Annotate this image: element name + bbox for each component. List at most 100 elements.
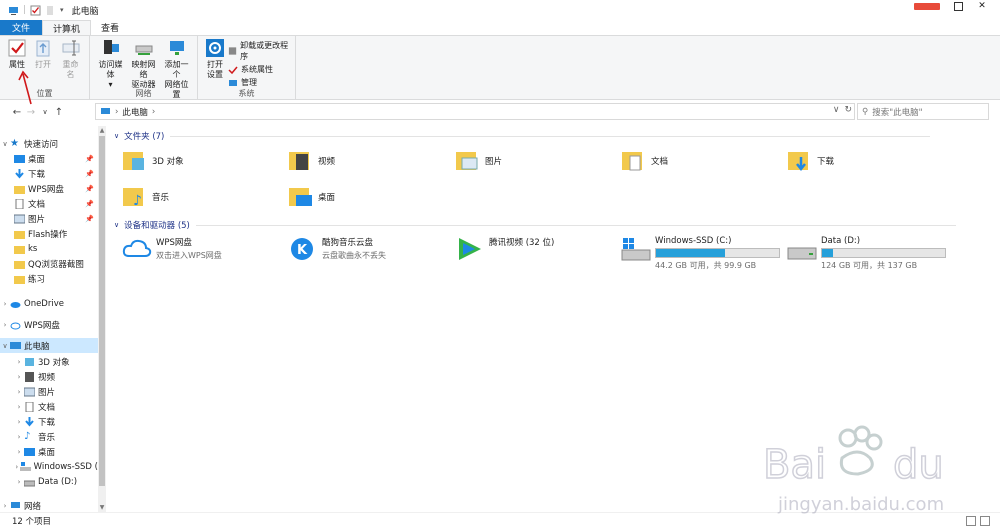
expand-right-icon[interactable]: › bbox=[0, 502, 10, 510]
folder-videos[interactable]: 视频 bbox=[288, 148, 335, 174]
maximize-button[interactable] bbox=[946, 0, 970, 12]
minimize-button[interactable] bbox=[914, 2, 940, 10]
nav-item-desktop[interactable]: 桌面 📌 bbox=[0, 151, 98, 166]
gear-icon bbox=[206, 39, 224, 57]
nav-pc-downloads[interactable]: › 下载 bbox=[0, 414, 98, 429]
folder-downloads[interactable]: 下载 bbox=[787, 148, 834, 174]
navigation-pane: ∨ ★ 快速访问 桌面 📌 下载 📌 WPS网盘 📌 文档 📌 图片 📌 Fla… bbox=[0, 126, 107, 512]
access-media-label: 访问媒体 bbox=[98, 60, 123, 79]
breadcrumb-chevron-icon: › bbox=[151, 106, 156, 117]
expand-right-icon[interactable]: › bbox=[0, 321, 10, 329]
new-folder-icon[interactable] bbox=[45, 5, 56, 16]
nav-this-pc[interactable]: ∨ 此电脑 bbox=[0, 338, 98, 353]
expand-right-icon[interactable]: › bbox=[14, 358, 24, 366]
folder-pictures[interactable]: 图片 bbox=[455, 148, 502, 174]
expand-right-icon[interactable]: › bbox=[14, 433, 24, 441]
device-subtitle: 双击进入WPS网盘 bbox=[156, 251, 222, 260]
star-icon: ★ bbox=[10, 137, 19, 149]
nav-scrollbar[interactable]: ▲ ▼ bbox=[98, 126, 106, 512]
search-input[interactable]: ⚲ 搜索"此电脑" bbox=[857, 103, 989, 120]
nav-pc-desktop[interactable]: › 桌面 bbox=[0, 444, 98, 459]
system-properties-label: 系统属性 bbox=[241, 65, 273, 74]
nav-item-documents[interactable]: 文档 📌 bbox=[0, 196, 98, 211]
device-tencent-video[interactable]: 腾讯视频 (32 位) bbox=[455, 236, 554, 262]
properties-check-icon[interactable] bbox=[30, 5, 41, 16]
scroll-down-icon[interactable]: ▼ bbox=[98, 504, 106, 511]
ribbon-group-network: 访问媒体 ▾ 映射网络 驱动器 添加一个 网络位置 网络 bbox=[90, 36, 198, 100]
tab-computer[interactable]: 计算机 bbox=[42, 20, 92, 35]
nav-item-qq-screenshots[interactable]: QQ浏览器截图 bbox=[0, 256, 98, 271]
nav-pc-pictures[interactable]: › 图片 bbox=[0, 384, 98, 399]
up-button[interactable]: ↑ bbox=[52, 107, 66, 118]
expand-right-icon[interactable]: › bbox=[14, 478, 24, 486]
cube-folder-icon bbox=[123, 152, 144, 170]
system-properties-button[interactable]: 系统属性 bbox=[228, 64, 291, 75]
tab-view[interactable]: 查看 bbox=[91, 20, 129, 35]
nav-pc-drive-d[interactable]: › Data (D:) bbox=[0, 474, 98, 489]
forward-button[interactable]: → bbox=[24, 107, 38, 118]
manage-button[interactable]: 管理 bbox=[228, 77, 291, 88]
device-kugou-cloud[interactable]: K 酷狗音乐云盘 云盘歌曲永不丢失 bbox=[288, 236, 386, 262]
nav-quick-access[interactable]: ∨ ★ 快速访问 bbox=[0, 136, 98, 151]
nav-item-label: 3D 对象 bbox=[38, 357, 70, 368]
device-name: 酷狗音乐云盘 bbox=[322, 238, 374, 248]
devices-section-header[interactable]: ∨ 设备和驱动器 (5) bbox=[114, 219, 956, 231]
drive-c[interactable]: Windows-SSD (C:) 44.2 GB 可用，共 99.9 GB bbox=[621, 236, 780, 271]
nav-item-wps-drive[interactable]: WPS网盘 📌 bbox=[0, 181, 98, 196]
nav-item-pictures[interactable]: 图片 📌 bbox=[0, 211, 98, 226]
nav-item-practice[interactable]: 练习 bbox=[0, 271, 98, 286]
nav-onedrive[interactable]: › OneDrive bbox=[0, 296, 98, 311]
ribbon-group-location: 属性 打开 重命名 位置 bbox=[0, 36, 90, 100]
collapse-icon[interactable]: ∨ bbox=[114, 221, 119, 229]
scroll-up-icon[interactable]: ▲ bbox=[98, 127, 106, 134]
collapse-icon[interactable]: ∨ bbox=[114, 132, 119, 140]
pin-icon[interactable]: 📌 bbox=[85, 170, 94, 178]
pin-icon[interactable]: 📌 bbox=[85, 185, 94, 193]
nav-item-ks[interactable]: ks bbox=[0, 241, 98, 256]
pin-icon[interactable]: 📌 bbox=[85, 215, 94, 223]
uninstall-button[interactable]: 卸载或更改程序 bbox=[228, 40, 291, 62]
expand-right-icon[interactable]: › bbox=[0, 300, 10, 308]
nav-wps[interactable]: › WPS网盘 bbox=[0, 317, 98, 332]
folder-documents[interactable]: 文档 bbox=[621, 148, 668, 174]
drive-icon bbox=[787, 247, 817, 260]
expand-right-icon[interactable]: › bbox=[14, 418, 24, 426]
folder-desktop[interactable]: 桌面 bbox=[288, 184, 335, 210]
nav-item-flash[interactable]: Flash操作 bbox=[0, 226, 98, 241]
folder-music[interactable]: ♪ 音乐 bbox=[122, 184, 169, 210]
breadcrumb-chevron-icon: › bbox=[115, 106, 119, 117]
expand-down-icon[interactable]: ∨ bbox=[0, 140, 10, 148]
breadcrumb-this-pc[interactable]: 此电脑 bbox=[122, 106, 148, 118]
expand-down-icon[interactable]: ∨ bbox=[0, 342, 10, 350]
recent-dropdown-icon[interactable]: ∨ bbox=[38, 108, 52, 116]
address-bar[interactable]: › 此电脑 › ∨ ↻ bbox=[95, 103, 855, 120]
pin-icon[interactable]: 📌 bbox=[85, 155, 94, 163]
nav-pc-music[interactable]: › ♪ 音乐 bbox=[0, 429, 98, 444]
folder-3d-objects[interactable]: 3D 对象 bbox=[122, 148, 184, 174]
expand-right-icon[interactable]: › bbox=[14, 373, 24, 381]
window-title: 此电脑 bbox=[71, 6, 99, 17]
nav-pc-3d-objects[interactable]: › 3D 对象 bbox=[0, 354, 98, 369]
nav-wps-label: WPS网盘 bbox=[24, 320, 60, 331]
folders-section-header[interactable]: ∨ 文件夹 (7) bbox=[114, 130, 931, 142]
close-button[interactable]: ✕ bbox=[970, 0, 994, 12]
drive-d[interactable]: Data (D:) 124 GB 可用，共 137 GB bbox=[787, 236, 946, 271]
refresh-icon[interactable]: ↻ bbox=[844, 105, 852, 115]
nav-network[interactable]: › 网络 bbox=[0, 498, 98, 512]
nav-pc-drive-c[interactable]: › Windows-SSD ( bbox=[0, 459, 98, 474]
add-network-label-1: 添加一个 bbox=[164, 60, 189, 79]
address-dropdown-icon[interactable]: ∨ bbox=[833, 105, 840, 115]
scroll-thumb[interactable] bbox=[99, 136, 105, 486]
device-wps-drive[interactable]: WPS网盘 双击进入WPS网盘 bbox=[122, 236, 222, 262]
expand-right-icon[interactable]: › bbox=[14, 403, 24, 411]
tab-file[interactable]: 文件 bbox=[0, 20, 43, 35]
pin-icon[interactable]: 📌 bbox=[85, 200, 94, 208]
nav-item-downloads[interactable]: 下载 📌 bbox=[0, 166, 98, 181]
expand-right-icon[interactable]: › bbox=[14, 448, 24, 456]
qat-dropdown-icon[interactable]: ▾ bbox=[60, 6, 64, 14]
nav-pc-documents[interactable]: › 文档 bbox=[0, 399, 98, 414]
back-button[interactable]: ← bbox=[10, 107, 24, 118]
ribbon-tabs: 文件 计算机 查看 bbox=[0, 20, 1000, 36]
nav-pc-videos[interactable]: › 视频 bbox=[0, 369, 98, 384]
expand-right-icon[interactable]: › bbox=[14, 388, 24, 396]
